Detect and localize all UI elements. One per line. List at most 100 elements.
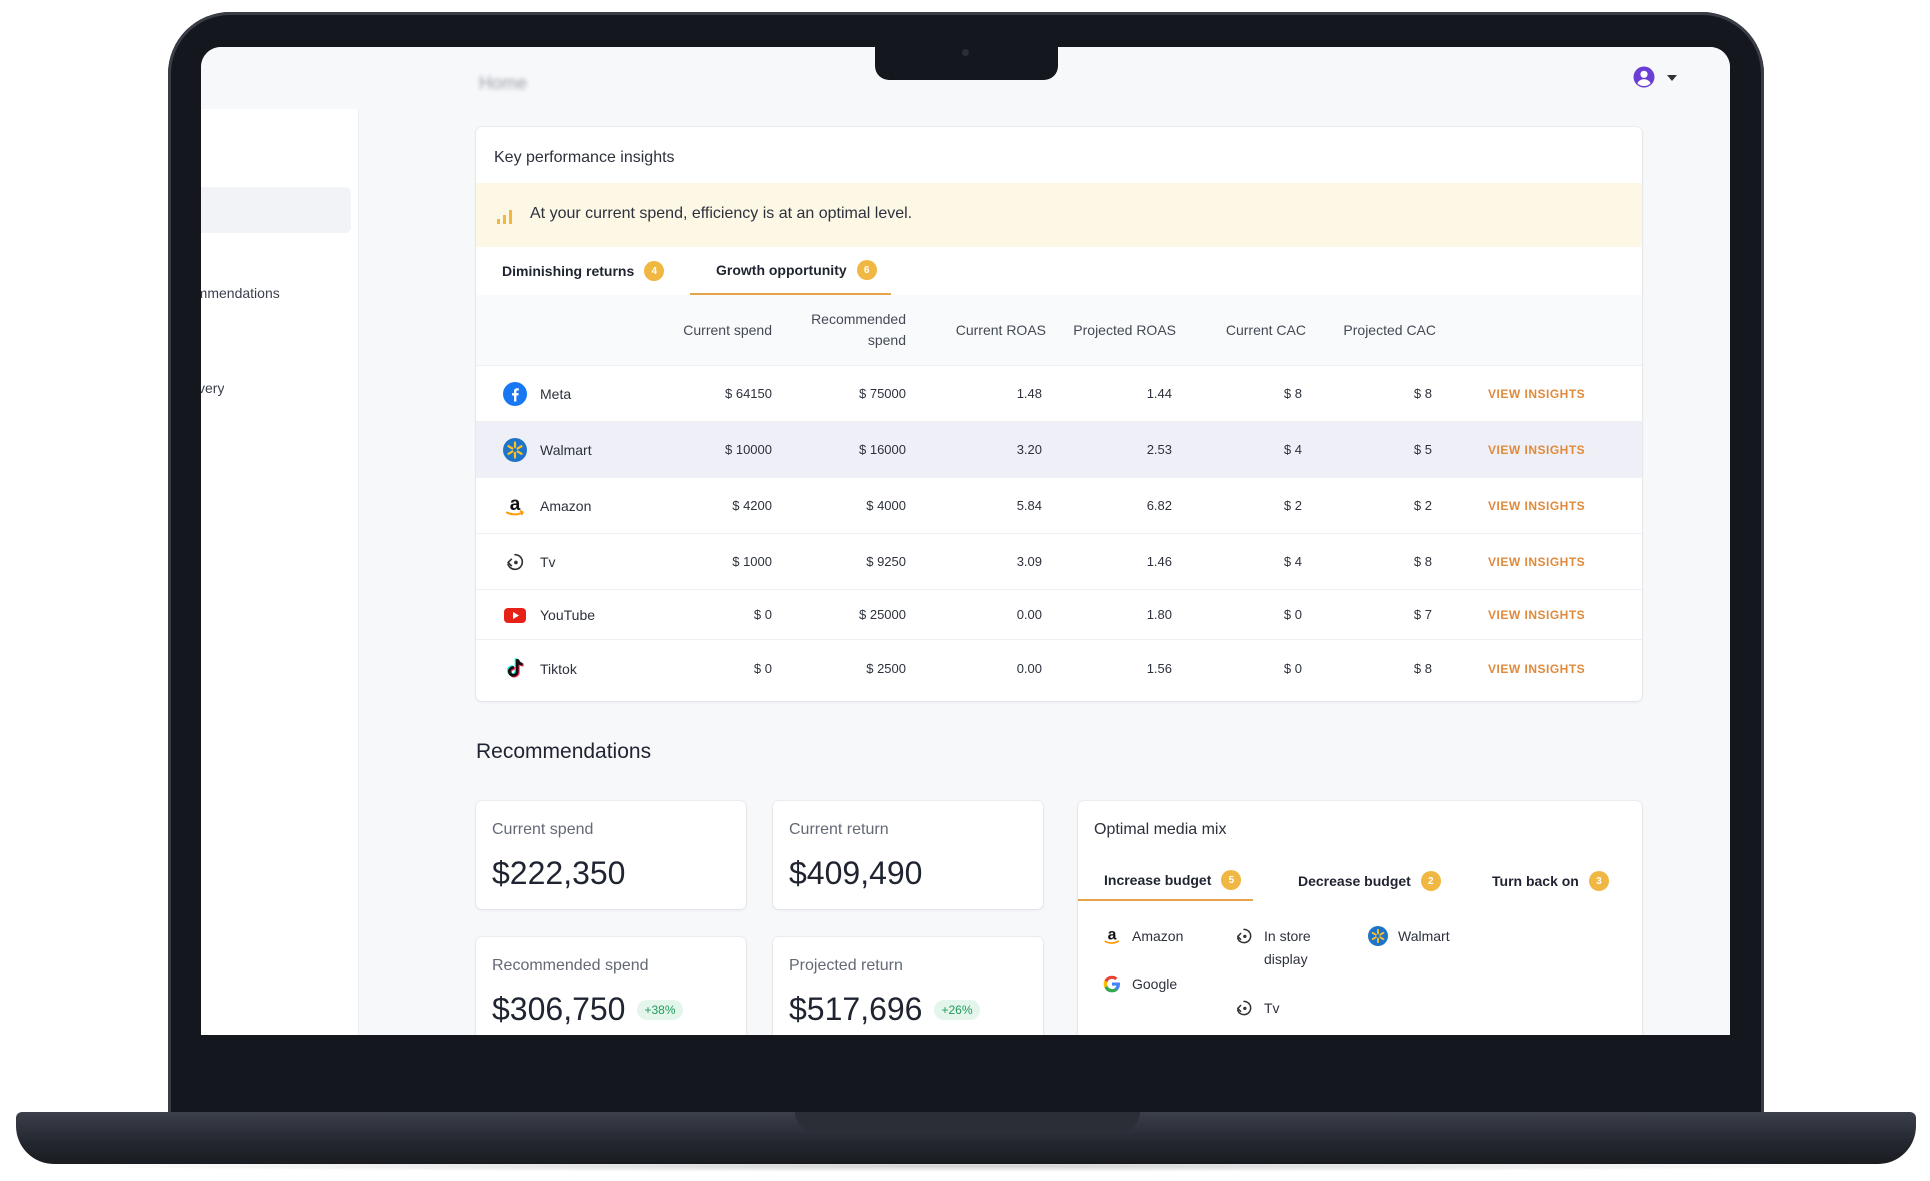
tab-label: Increase budget: [1104, 872, 1212, 888]
tab-label: Diminishing returns: [502, 263, 635, 279]
column-header: Projected ROAS: [1073, 321, 1176, 338]
projected-cac: $ 7: [1413, 607, 1432, 622]
insight-tabs: Diminishing returns 4 Growth opportunity…: [476, 247, 1642, 295]
metric-value: $222,350: [492, 855, 625, 892]
table-row: a Amazon $ 4200 $ 4000 5.84 6.82 $ 2 $ 2…: [476, 477, 1642, 533]
google-icon: [1102, 974, 1122, 994]
card-title: Optimal media mix: [1094, 821, 1227, 838]
recommended-spend: $ 75000: [859, 386, 906, 401]
sidebar-item-discovery[interactable]: Discovery: [201, 380, 224, 396]
view-insights-label: VIEW INSIGHTS: [1488, 386, 1586, 401]
channel-name: Amazon: [540, 497, 592, 514]
current-cac: $ 8: [1283, 386, 1302, 401]
tv-icon: [1234, 998, 1254, 1018]
media-mix-label: Walmart: [1398, 928, 1450, 944]
view-insights-link[interactable]: VIEW INSIGHTS: [1488, 422, 1585, 477]
metric-value: $409,490: [789, 855, 922, 892]
tab-increase-budget[interactable]: Increase budget 5: [1078, 861, 1254, 901]
metric-label: Projected return: [789, 957, 903, 974]
channel-cell: a Amazon: [502, 478, 591, 533]
media-mix-item: Google: [1102, 973, 1177, 996]
svg-text:a: a: [1108, 926, 1117, 943]
media-mix-label: Amazon: [1132, 928, 1184, 944]
projected-return-card: Projected return $517,696 +26%: [773, 937, 1043, 1035]
current-spend: $ 4200: [732, 498, 772, 513]
view-insights-link[interactable]: VIEW INSIGHTS: [1488, 590, 1585, 639]
efficiency-banner: At your current spend, efficiency is at …: [476, 183, 1642, 247]
column-header: Current CAC: [1225, 321, 1306, 338]
view-insights-link[interactable]: VIEW INSIGHTS: [1488, 366, 1585, 421]
in-store-display-icon: [1234, 926, 1254, 946]
youtube-icon: [502, 602, 528, 628]
walmart-icon: [502, 437, 528, 463]
channel-name: Meta: [540, 385, 572, 402]
current-roas: 1.48: [1016, 386, 1042, 401]
view-insights-label: VIEW INSIGHTS: [1488, 661, 1586, 676]
tab-diminishing-returns[interactable]: Diminishing returns 4: [490, 247, 676, 295]
delta-badge: +38%: [637, 999, 683, 1020]
column-header: Recommended spend: [811, 311, 906, 348]
tab-turn-back-on[interactable]: Turn back on 3: [1466, 861, 1621, 901]
delta-badge: +26%: [934, 999, 980, 1020]
metric-value: $306,750 +38%: [492, 991, 683, 1028]
channel-name: Tv: [540, 553, 556, 570]
view-insights-link[interactable]: VIEW INSIGHTS: [1488, 640, 1585, 697]
recommended-spend: $ 9250: [866, 554, 906, 569]
screen: Home Recommendations Discovery Key perfo…: [201, 47, 1730, 1035]
count-badge: 4: [644, 261, 665, 281]
tab-label: Growth opportunity: [716, 262, 847, 278]
sidebar-item-recommendations[interactable]: Recommendations: [201, 285, 280, 301]
recommended-spend: $ 4000: [866, 498, 906, 513]
view-insights-label: VIEW INSIGHTS: [1488, 442, 1586, 457]
current-spend: $ 64150: [725, 386, 772, 401]
tab-decrease-budget[interactable]: Decrease budget 2: [1272, 861, 1453, 901]
media-mix-item: Walmart: [1368, 925, 1450, 948]
metric-value: $517,696 +26%: [789, 991, 980, 1028]
view-insights-link[interactable]: VIEW INSIGHTS: [1488, 534, 1585, 589]
channel-name: YouTube: [540, 606, 596, 623]
table-header: Current spend Recommended spend Current …: [476, 295, 1642, 365]
channel-cell: Walmart: [502, 422, 592, 477]
current-spend: $ 0: [753, 607, 772, 622]
banner-text: At your current spend, efficiency is at …: [530, 205, 913, 222]
projected-cac: $ 5: [1413, 442, 1432, 457]
current-roas: 3.09: [1016, 554, 1042, 569]
laptop-hinge: [795, 1112, 1140, 1132]
column-header: Current spend: [683, 321, 772, 338]
table-row: Tiktok $ 0 $ 2500 0.00 1.56 $ 0 $ 8 VIEW…: [476, 639, 1642, 697]
count-badge: 6: [856, 260, 877, 280]
metric-amount: $517,696: [789, 991, 923, 1027]
view-insights-label: VIEW INSIGHTS: [1488, 498, 1586, 513]
media-mix-label: In store display: [1264, 928, 1311, 967]
chevron-down-icon[interactable]: [1667, 75, 1677, 81]
current-spend: $ 0: [753, 661, 772, 676]
tab-growth-opportunity[interactable]: Growth opportunity 6: [690, 247, 891, 295]
count-badge: 5: [1221, 870, 1242, 890]
table-row: Walmart $ 10000 $ 16000 3.20 2.53 $ 4 $ …: [476, 421, 1642, 477]
current-cac: $ 0: [1283, 661, 1302, 676]
column-header: Current ROAS: [955, 321, 1046, 338]
projected-cac: $ 8: [1413, 554, 1432, 569]
projected-roas: 1.80: [1146, 607, 1172, 622]
tv-icon: [502, 549, 528, 575]
user-avatar-icon[interactable]: [1633, 66, 1655, 88]
media-mix-label: Tv: [1264, 1000, 1280, 1016]
current-cac: $ 2: [1283, 498, 1302, 513]
current-roas: 0.00: [1016, 661, 1042, 676]
sidebar: Recommendations Discovery: [201, 109, 359, 1035]
bar-chart-icon: [497, 210, 512, 224]
tiktok-icon: [502, 656, 528, 682]
view-insights-link[interactable]: VIEW INSIGHTS: [1488, 478, 1585, 533]
svg-text:a: a: [510, 494, 521, 515]
current-cac: $ 4: [1283, 554, 1302, 569]
tab-label: Turn back on: [1492, 873, 1579, 889]
sidebar-item-active[interactable]: [201, 187, 351, 233]
walmart-icon: [1368, 926, 1388, 946]
current-spend: $ 1000: [732, 554, 772, 569]
channel-name: Tiktok: [540, 660, 577, 677]
current-roas: 5.84: [1016, 498, 1042, 513]
card-title: Key performance insights: [494, 149, 675, 166]
media-mix-item: Tv: [1234, 997, 1280, 1020]
projected-cac: $ 8: [1413, 386, 1432, 401]
table-row: Tv $ 1000 $ 9250 3.09 1.46 $ 4 $ 8 VIEW …: [476, 533, 1642, 589]
